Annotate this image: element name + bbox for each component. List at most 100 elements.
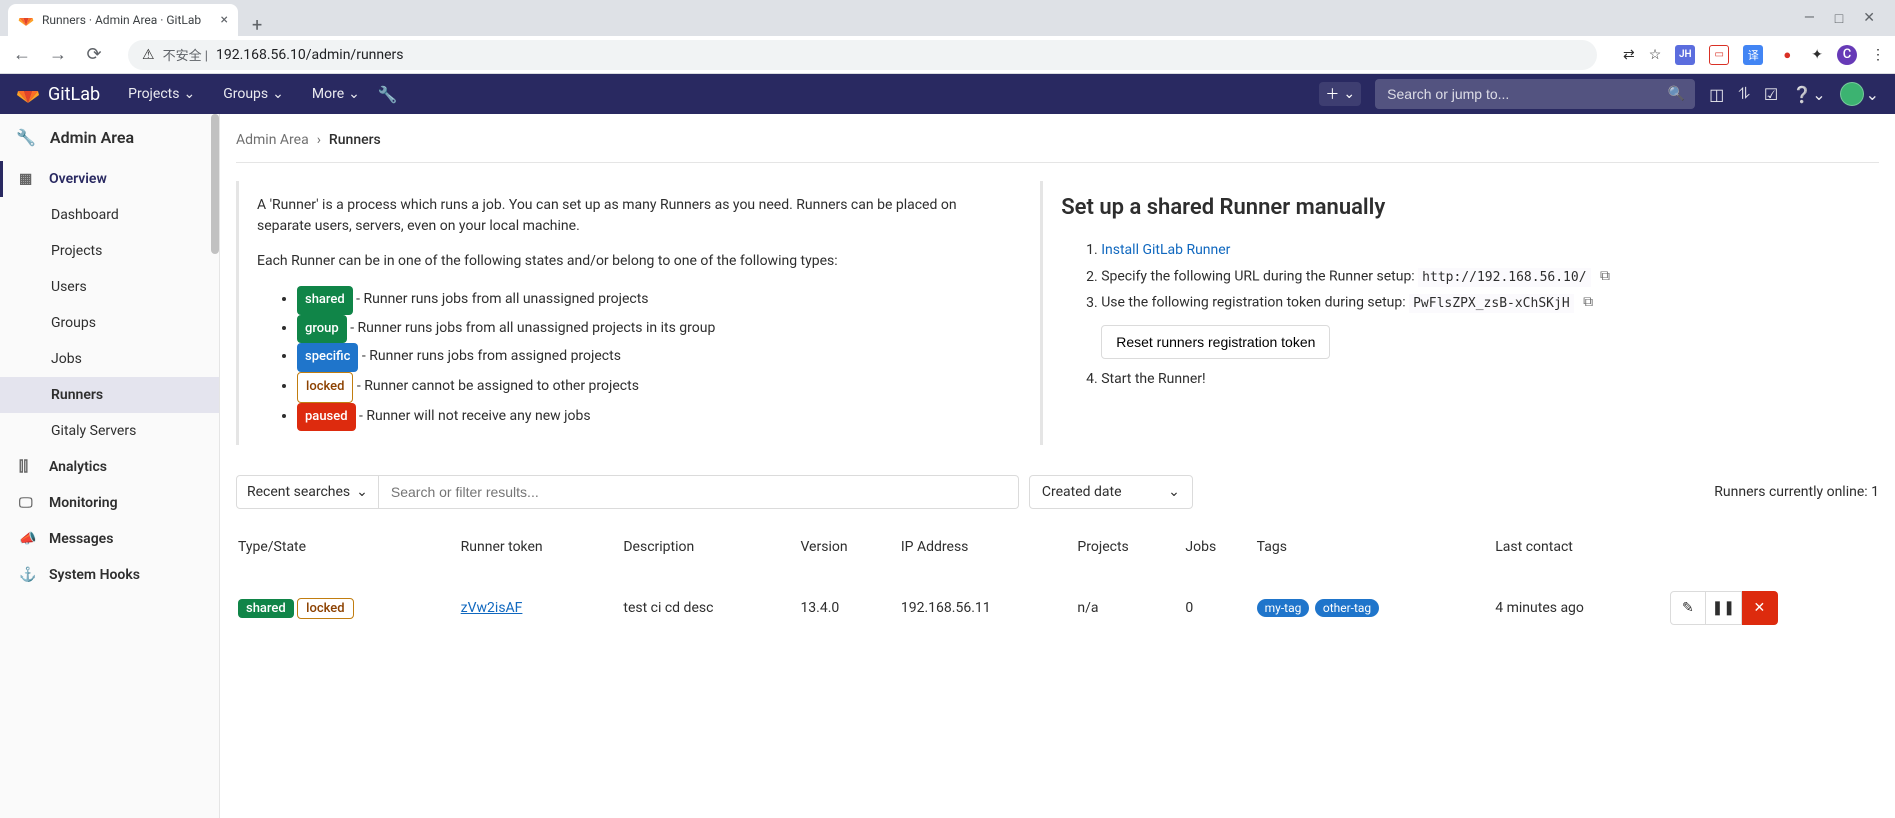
maximize-icon[interactable]: □: [1835, 10, 1843, 27]
nav-more[interactable]: More⌄: [302, 86, 370, 102]
sidebar-item-users[interactable]: Users: [0, 269, 219, 305]
runner-tags: my-tag other-tag: [1257, 581, 1494, 635]
insecure-icon: ⚠: [142, 47, 155, 63]
setup-box: Set up a shared Runner manually Install …: [1040, 181, 1879, 445]
badge-locked: locked: [297, 598, 353, 619]
merge-requests-icon[interactable]: ⥮: [1738, 84, 1750, 104]
user-avatar[interactable]: [1840, 82, 1864, 106]
plus-icon: ＋: [1325, 84, 1339, 104]
ext-translate-icon[interactable]: 译: [1743, 45, 1763, 65]
info-paragraph: Each Runner can be in one of the followi…: [257, 251, 990, 272]
sidebar-item-jobs[interactable]: Jobs: [0, 341, 219, 377]
sidebar-item-projects[interactable]: Projects: [0, 233, 219, 269]
issues-icon[interactable]: ◫: [1709, 85, 1724, 104]
url-text: 192.168.56.10/admin/runners: [216, 47, 404, 63]
admin-sidebar: 🔧 Admin Area ▦ Overview Dashboard Projec…: [0, 114, 220, 818]
filter-row: Recent searches ⌄ Created date ⌄ Runners…: [236, 475, 1879, 509]
reload-button[interactable]: ⟳: [82, 44, 106, 65]
sidebar-item-hooks[interactable]: ⚓ System Hooks: [0, 557, 219, 593]
runner-info-box: A 'Runner' is a process which runs a job…: [236, 181, 1008, 445]
col-last: Last contact: [1495, 529, 1668, 579]
chevron-right-icon: ›: [317, 132, 321, 148]
gitlab-logo[interactable]: GitLab: [16, 82, 100, 106]
close-tab-icon[interactable]: ×: [221, 12, 228, 28]
help-icon[interactable]: ❔⌄: [1792, 85, 1825, 104]
col-type: Type/State: [238, 529, 459, 579]
col-desc: Description: [623, 529, 798, 579]
monitoring-icon: 🖵: [19, 495, 35, 511]
analytics-icon: ⫿⫿: [19, 459, 35, 475]
messages-icon: 📣: [19, 531, 35, 547]
translate-ext-icon[interactable]: ⇄: [1623, 47, 1635, 63]
chevron-down-icon[interactable]: ⌄: [1866, 85, 1879, 104]
edit-runner-button[interactable]: ✎: [1670, 591, 1706, 625]
install-runner-link[interactable]: Install GitLab Runner: [1101, 242, 1230, 258]
info-paragraph: A 'Runner' is a process which runs a job…: [257, 195, 990, 237]
browser-menu-icon[interactable]: ⋮: [1871, 47, 1885, 63]
gitlab-top-nav: GitLab Projects⌄ Groups⌄ More⌄ 🔧 ＋ ⌄ 🔍 ◫…: [0, 74, 1895, 114]
forward-button[interactable]: →: [46, 44, 70, 65]
address-bar[interactable]: ⚠ 不安全 | 192.168.56.10/admin/runners: [128, 40, 1597, 70]
chevron-down-icon: ⌄: [356, 484, 368, 500]
runner-projects: n/a: [1077, 581, 1183, 635]
gitlab-brand-text: GitLab: [48, 84, 100, 105]
sidebar-item-monitoring[interactable]: 🖵 Monitoring: [0, 485, 219, 521]
sidebar-item-gitaly[interactable]: Gitaly Servers: [0, 413, 219, 449]
sidebar-item-analytics[interactable]: ⫿⫿ Analytics: [0, 449, 219, 485]
setup-step: Use the following registration token dur…: [1101, 290, 1861, 317]
runner-token-link[interactable]: zVw2isAF: [461, 600, 523, 616]
ext-record-icon[interactable]: ●: [1777, 45, 1797, 65]
new-dropdown[interactable]: ＋ ⌄: [1319, 82, 1361, 106]
search-icon[interactable]: 🔍: [1668, 86, 1685, 102]
close-window-icon[interactable]: ✕: [1863, 10, 1875, 27]
list-item: locked - Runner cannot be assigned to ot…: [297, 372, 990, 403]
col-jobs: Jobs: [1185, 529, 1254, 579]
sidebar-scrollbar[interactable]: [211, 114, 219, 254]
browser-tab-title: Runners · Admin Area · GitLab: [42, 13, 213, 27]
minimize-icon[interactable]: —: [1804, 10, 1815, 27]
copy-token-button[interactable]: ⧉: [1583, 294, 1593, 310]
ext-jh-icon[interactable]: JH: [1675, 45, 1695, 65]
browser-tab[interactable]: Runners · Admin Area · GitLab ×: [8, 4, 238, 36]
sort-dropdown[interactable]: Created date ⌄: [1029, 475, 1193, 509]
runner-filter-input[interactable]: [379, 475, 1019, 509]
nav-projects[interactable]: Projects⌄: [118, 86, 205, 102]
chevron-down-icon: ⌄: [183, 86, 195, 102]
breadcrumb-root[interactable]: Admin Area: [236, 132, 309, 148]
new-tab-button[interactable]: +: [238, 15, 276, 36]
pause-runner-button[interactable]: ❚❚: [1706, 591, 1742, 625]
reset-token-button[interactable]: Reset runners registration token: [1101, 325, 1330, 359]
sidebar-header-label: Admin Area: [50, 128, 134, 147]
star-icon[interactable]: ☆: [1649, 47, 1662, 63]
badge-paused: paused: [297, 403, 356, 432]
global-search-input[interactable]: [1375, 79, 1695, 109]
ext-puzzle-icon[interactable]: ✦: [1811, 47, 1823, 63]
sidebar-item-groups[interactable]: Groups: [0, 305, 219, 341]
profile-avatar-icon[interactable]: C: [1837, 45, 1857, 65]
main-content: Admin Area › Runners A 'Runner' is a pro…: [220, 114, 1895, 818]
sidebar-item-messages[interactable]: 📣 Messages: [0, 521, 219, 557]
todos-icon[interactable]: ☑: [1764, 85, 1778, 104]
sidebar-item-runners[interactable]: Runners: [0, 377, 219, 413]
runner-version: 13.4.0: [800, 581, 898, 635]
badge-specific: specific: [297, 343, 358, 372]
chevron-down-icon: ⌄: [1168, 484, 1180, 500]
sidebar-item-overview[interactable]: ▦ Overview: [0, 161, 219, 197]
window-controls: — □ ✕: [1804, 10, 1895, 27]
badge-group: group: [297, 315, 347, 344]
copy-url-button[interactable]: ⧉: [1600, 268, 1610, 284]
setup-token-code: PwFlsZPX_zsB-xChSKjH: [1409, 294, 1574, 313]
nav-groups[interactable]: Groups⌄: [213, 86, 294, 102]
online-count: Runners currently online: 1: [1714, 484, 1879, 500]
wrench-icon[interactable]: 🔧: [378, 85, 398, 104]
list-item: shared - Runner runs jobs from all unass…: [297, 286, 990, 315]
recent-searches-dropdown[interactable]: Recent searches ⌄: [236, 475, 379, 509]
runner-tag: my-tag: [1257, 599, 1310, 617]
runner-last-contact: 4 minutes ago: [1495, 581, 1668, 635]
ext-mcafee-icon[interactable]: ▭: [1709, 45, 1729, 65]
delete-runner-button[interactable]: ✕: [1742, 591, 1778, 625]
sidebar-item-dashboard[interactable]: Dashboard: [0, 197, 219, 233]
back-button[interactable]: ←: [10, 44, 34, 65]
col-ip: IP Address: [901, 529, 1076, 579]
col-projects: Projects: [1077, 529, 1183, 579]
